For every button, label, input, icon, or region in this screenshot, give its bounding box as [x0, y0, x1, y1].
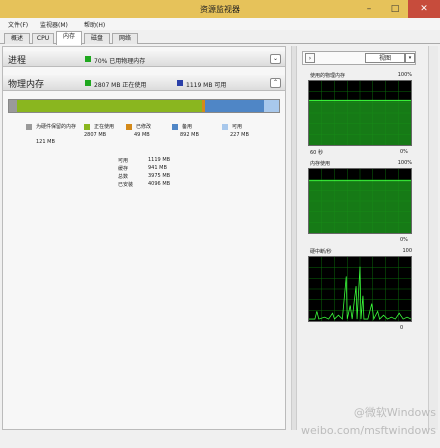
process-section-header[interactable]: 进程 70% 已用物理内存 ⌄: [3, 51, 285, 67]
legend-swatch: [26, 124, 32, 130]
minimize-icon[interactable]: –: [356, 0, 382, 18]
legend-swatch: [172, 124, 178, 130]
stat-row: 缓存 941 MB: [118, 165, 198, 173]
physical-memory-graph-svg: [309, 81, 411, 145]
graphs-header: › 视图 ▾: [302, 51, 416, 65]
memory-usage-bar: [8, 99, 280, 113]
graph-grid: [309, 257, 411, 321]
graph-time-label: 60 秒: [310, 150, 323, 156]
menu-bar: 文件(F) 监视器(M) 帮助(H): [0, 18, 440, 30]
view-button[interactable]: 视图: [365, 53, 405, 63]
legend-swatch: [222, 124, 228, 130]
hard-faults-graph: [308, 256, 412, 322]
graph-max-label: 100: [402, 248, 412, 254]
status-square-icon: [85, 80, 91, 86]
graph-title: 硬中断/秒: [310, 249, 332, 255]
graph-max-label: 100%: [397, 160, 412, 166]
graph-title: 使用的物理内存: [310, 73, 346, 79]
title-bar: 资源监视器 – □ ✕: [0, 0, 440, 18]
menu-help[interactable]: 帮助(H): [84, 20, 105, 29]
vertical-scrollbar[interactable]: [428, 46, 438, 430]
graph-fill: [309, 180, 411, 233]
legend-value: 892 MB: [180, 132, 199, 138]
tab-cpu[interactable]: CPU: [32, 33, 54, 44]
graphs-pane: › 视图 ▾ 使用的物理内存 100% 60 秒 0% 内存使用 100% 0%: [300, 46, 418, 430]
tab-disk[interactable]: 磁盘: [84, 33, 110, 44]
stat-value: 1119 MB: [148, 157, 171, 163]
tab-network[interactable]: 网络: [112, 33, 138, 44]
memory-bar-segment-hardware-reserved: [9, 100, 17, 112]
watermark-line1: @微软Windows: [353, 406, 436, 419]
legend-label: 备用: [182, 124, 193, 130]
stat-key: 已安装: [118, 182, 134, 188]
memory-bar-segment-in-use: [16, 100, 202, 112]
close-icon[interactable]: ✕: [408, 0, 440, 18]
status-square-icon: [177, 80, 183, 86]
legend-label: 为硬件保留的内存: [36, 124, 77, 130]
stat-key: 缓存: [118, 166, 129, 172]
legend-swatch: [84, 124, 90, 130]
process-section-title: 进程: [8, 56, 27, 66]
stat-row: 已安装 4096 MB: [118, 181, 198, 189]
chevron-down-icon[interactable]: ▾: [405, 53, 415, 63]
graph-title: 内存使用: [310, 161, 331, 167]
legend-label: 可用: [232, 124, 243, 130]
graph-min-label: 0%: [400, 149, 408, 155]
chevron-right-icon[interactable]: ›: [305, 53, 315, 63]
stat-value: 941 MB: [148, 165, 167, 171]
watermark-line2: weibo.com/msftwindows: [301, 424, 436, 437]
graph-min-label: 0%: [400, 237, 408, 243]
stat-row: 总数 3975 MB: [118, 173, 198, 181]
legend-label: 正在使用: [94, 124, 115, 130]
graph-max-label: 100%: [397, 72, 412, 78]
hard-faults-graph-svg: [309, 257, 411, 321]
status-square-icon: [85, 56, 91, 62]
graph-fill: [309, 100, 411, 145]
memory-usage-graph-svg: [309, 169, 411, 233]
physical-memory-section-header[interactable]: 物理内存 2807 MB 正在使用 1119 MB 可用 ⌃: [3, 75, 285, 91]
pane-splitter[interactable]: [291, 46, 297, 430]
stat-value: 3975 MB: [148, 173, 171, 179]
tab-overview[interactable]: 概述: [4, 33, 30, 44]
chevron-down-icon[interactable]: ⌄: [270, 54, 281, 64]
legend-value: 2807 MB: [84, 132, 107, 138]
stat-key: 可用: [118, 158, 129, 164]
physical-memory-section-title: 物理内存: [8, 80, 45, 90]
physical-memory-graph: [308, 80, 412, 146]
legend-swatch: [126, 124, 132, 130]
legend-label: 已修改: [136, 124, 152, 130]
stat-key: 总数: [118, 174, 129, 180]
graph-min-label: 0: [400, 325, 404, 331]
legend-value: 49 MB: [134, 132, 150, 138]
tab-memory[interactable]: 内存: [56, 31, 82, 45]
chevron-up-icon[interactable]: ⌃: [270, 78, 281, 88]
physical-memory-inuse-stat: 2807 MB 正在使用: [94, 82, 147, 89]
legend-value: 227 MB: [230, 132, 249, 138]
legend-value: 121 MB: [36, 139, 55, 145]
menu-file[interactable]: 文件(F): [8, 20, 28, 29]
memory-bar-segment-standby: [205, 100, 265, 112]
memory-bar-segment-free: [264, 100, 279, 112]
memory-stats: 可用 1119 MB 缓存 941 MB 总数 3975 MB 已安装 4096 MB: [118, 157, 198, 189]
memory-usage-graph: [308, 168, 412, 234]
stat-row: 可用 1119 MB: [118, 157, 198, 165]
tab-bar: 概述 CPU 内存 磁盘 网络: [0, 30, 440, 45]
menu-monitor[interactable]: 监视器(M): [40, 20, 68, 29]
stat-value: 4096 MB: [148, 181, 171, 187]
process-section-stat: 70% 已用物理内存: [94, 58, 146, 65]
maximize-icon[interactable]: □: [382, 0, 408, 18]
physical-memory-available-stat: 1119 MB 可用: [186, 82, 227, 89]
